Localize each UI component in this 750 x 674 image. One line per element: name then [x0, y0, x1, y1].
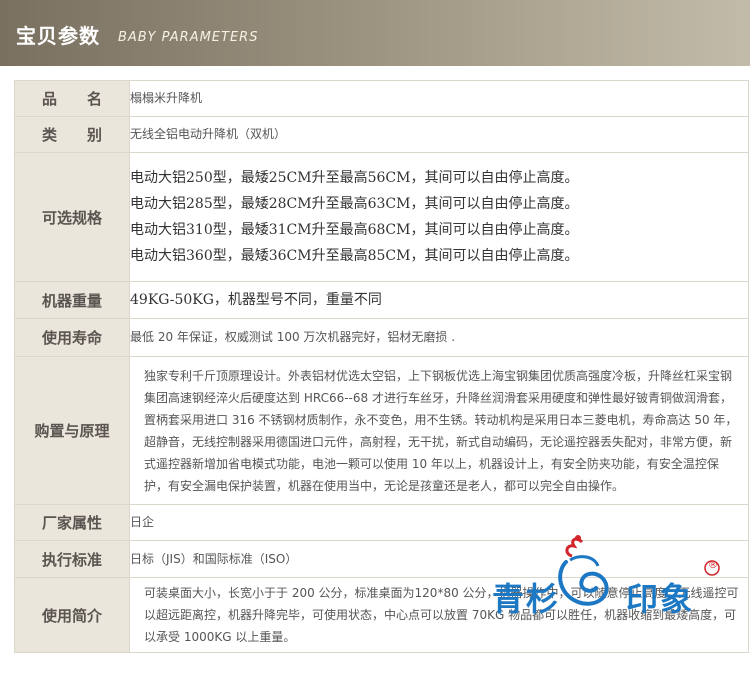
- spec-line: 电动大铝250型，最矮25CM升至最高56CM，其间可以自由停止高度。: [130, 170, 579, 186]
- logo-text-right: 印象: [626, 580, 695, 618]
- table-row: 机器重量 49KG-50KG，机器型号不同，重量不同: [14, 281, 749, 319]
- row-label-usage: 使用简介: [14, 577, 130, 653]
- row-value-product-name: 榻榻米升降机: [129, 80, 749, 117]
- row-value-lifespan: 最低 20 年保证，权威测试 100 万次机器完好，铝材无磨损 .: [129, 318, 749, 357]
- section-title: 宝贝参数: [16, 24, 100, 48]
- section-header: 宝贝参数 BABY PARAMETERS: [0, 0, 750, 66]
- logo-text-left: 青杉: [492, 580, 561, 618]
- table-row: 可选规格 电动大铝250型，最矮25CM升至最高56CM，其间可以自由停止高度。…: [14, 152, 749, 282]
- spec-line: 电动大铝360型，最矮36CM升至最高85CM，其间可以自由停止高度。: [130, 248, 579, 264]
- row-label-product-name: 品 名: [14, 80, 130, 117]
- row-label-category: 类 别: [14, 116, 130, 153]
- spec-line: 电动大铝285型，最矮28CM升至最高63CM，其间可以自由停止高度。: [130, 196, 579, 212]
- row-label-specs: 可选规格: [14, 152, 130, 282]
- row-value-specs: 电动大铝250型，最矮25CM升至最高56CM，其间可以自由停止高度。 电动大铝…: [129, 152, 749, 282]
- row-label-manufacturer: 厂家属性: [14, 504, 130, 541]
- section-subtitle: BABY PARAMETERS: [118, 30, 259, 45]
- brand-logo: 青杉 印象 ®: [486, 532, 726, 622]
- table-row: 使用寿命 最低 20 年保证，权威测试 100 万次机器完好，铝材无磨损 .: [14, 318, 749, 357]
- row-label-weight: 机器重量: [14, 281, 130, 319]
- row-value-principle: 独家专利千斤顶原理设计。外表铝材优选太空铝，上下钢板优选上海宝钢集团优质高强度冷…: [129, 356, 749, 505]
- table-row: 类 别 无线全铝电动升降机（双机）: [14, 116, 749, 153]
- row-value-category: 无线全铝电动升降机（双机）: [129, 116, 749, 153]
- registered-mark: ®: [708, 560, 718, 571]
- spec-line: 电动大铝310型，最矮31CM升至最高68CM，其间可以自由停止高度。: [130, 222, 579, 238]
- table-row: 品 名 榻榻米升降机: [14, 80, 749, 117]
- row-value-weight: 49KG-50KG，机器型号不同，重量不同: [129, 281, 749, 319]
- table-row: 购置与原理 独家专利千斤顶原理设计。外表铝材优选太空铝，上下钢板优选上海宝钢集团…: [14, 356, 749, 505]
- row-label-standard: 执行标准: [14, 540, 130, 578]
- row-label-principle: 购置与原理: [14, 356, 130, 505]
- row-label-lifespan: 使用寿命: [14, 318, 130, 357]
